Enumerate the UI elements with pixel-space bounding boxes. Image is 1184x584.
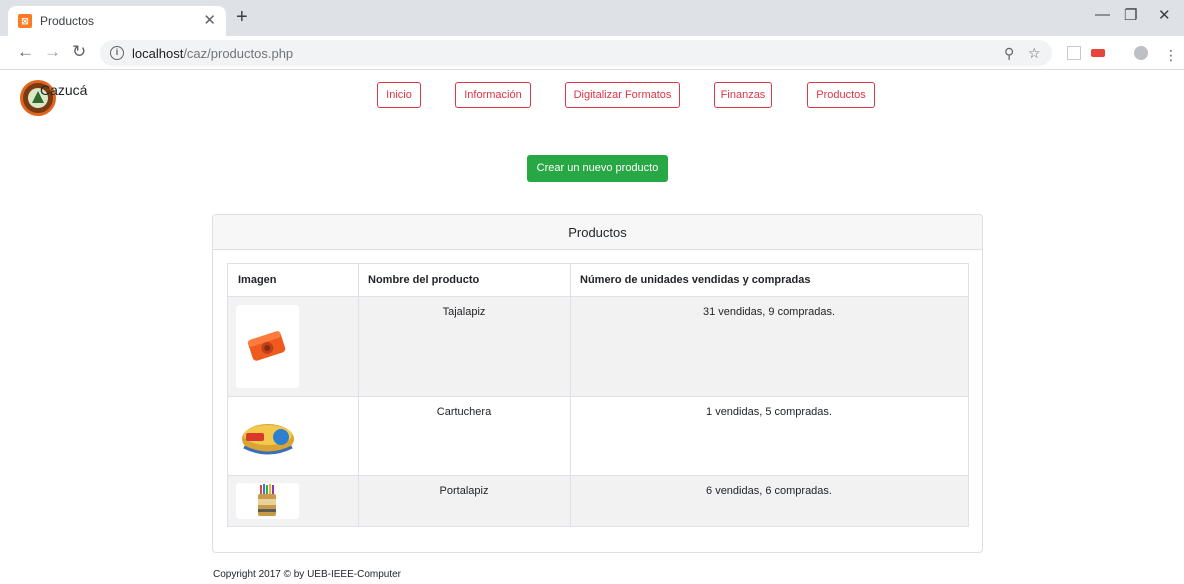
column-header-units: Número de unidades vendidas y compradas <box>570 264 968 297</box>
forward-icon[interactable]: → <box>44 43 61 61</box>
bookmark-star-icon[interactable]: ☆ <box>1028 45 1041 62</box>
pencil-case-image <box>236 403 299 471</box>
column-header-image: Imagen <box>228 264 358 297</box>
back-icon[interactable]: ← <box>17 43 34 61</box>
sharpener-image <box>236 305 299 388</box>
card-title: Productos <box>213 215 982 250</box>
new-tab-icon[interactable]: + <box>236 7 248 27</box>
nav-inicio[interactable]: Inicio <box>377 82 421 108</box>
restore-icon[interactable]: ❐ <box>1124 6 1137 24</box>
product-name: Tajalapiz <box>442 306 486 318</box>
tab-title: Productos <box>40 14 95 28</box>
close-tab-icon[interactable]: ✕ <box>203 11 216 29</box>
table-row: Portalapiz 6 vendidas, 6 compradas. <box>228 476 968 526</box>
product-units: 31 vendidas, 9 compradas. <box>702 306 836 318</box>
reload-icon[interactable]: ↻ <box>72 43 86 61</box>
column-divider <box>358 264 359 526</box>
pencil-holder-image <box>236 483 299 519</box>
column-divider <box>570 264 571 526</box>
nav-informacion[interactable]: Información <box>455 82 531 108</box>
close-window-icon[interactable]: ✕ <box>1158 6 1171 24</box>
url-host: localhost <box>132 46 184 61</box>
extension-icon[interactable] <box>1067 46 1081 60</box>
browser-tab[interactable]: ⊠ Productos ✕ <box>8 6 226 36</box>
footer-copyright: Copyright 2017 © by UEB-IEEE-Computer <box>213 569 402 580</box>
browser-toolbar: ← → ↻ i localhost/caz/productos.php ⚲ ☆ … <box>0 36 1184 70</box>
nav-productos[interactable]: Productos <box>807 82 875 108</box>
url-path: /caz/productos.php <box>183 46 294 61</box>
address-bar[interactable]: i localhost/caz/productos.php ⚲ ☆ <box>100 40 1052 66</box>
product-name: Cartuchera <box>436 406 492 418</box>
profile-avatar-icon[interactable] <box>1134 46 1148 60</box>
info-icon[interactable]: i <box>110 46 124 60</box>
table-row: Tajalapiz 31 vendidas, 9 compradas. <box>228 297 968 397</box>
brand-name[interactable]: Cazucá <box>40 82 87 98</box>
menu-kebab-icon[interactable]: ⋮ <box>1164 47 1178 64</box>
products-table: Imagen Nombre del producto Número de uni… <box>227 263 969 527</box>
table-row: Cartuchera 1 vendidas, 5 compradas. <box>228 397 968 476</box>
product-name: Portalapiz <box>439 485 489 497</box>
create-product-button[interactable]: Crear un nuevo producto <box>527 155 668 182</box>
nav-digitalizar-formatos[interactable]: Digitalizar Formatos <box>565 82 680 108</box>
xampp-icon: ⊠ <box>18 14 32 28</box>
nav-finanzas[interactable]: Finanzas <box>714 82 772 108</box>
minimize-icon[interactable]: — <box>1095 6 1110 23</box>
product-units: 1 vendidas, 5 compradas. <box>706 406 832 418</box>
column-header-name: Nombre del producto <box>358 264 570 297</box>
extension-icon[interactable] <box>1091 49 1105 57</box>
browser-tabstrip: ⊠ Productos ✕ + — ❐ ✕ <box>0 0 1184 36</box>
product-units: 6 vendidas, 6 compradas. <box>706 485 832 497</box>
zoom-icon[interactable]: ⚲ <box>1004 45 1014 62</box>
url-text[interactable]: localhost/caz/productos.php <box>132 46 293 61</box>
